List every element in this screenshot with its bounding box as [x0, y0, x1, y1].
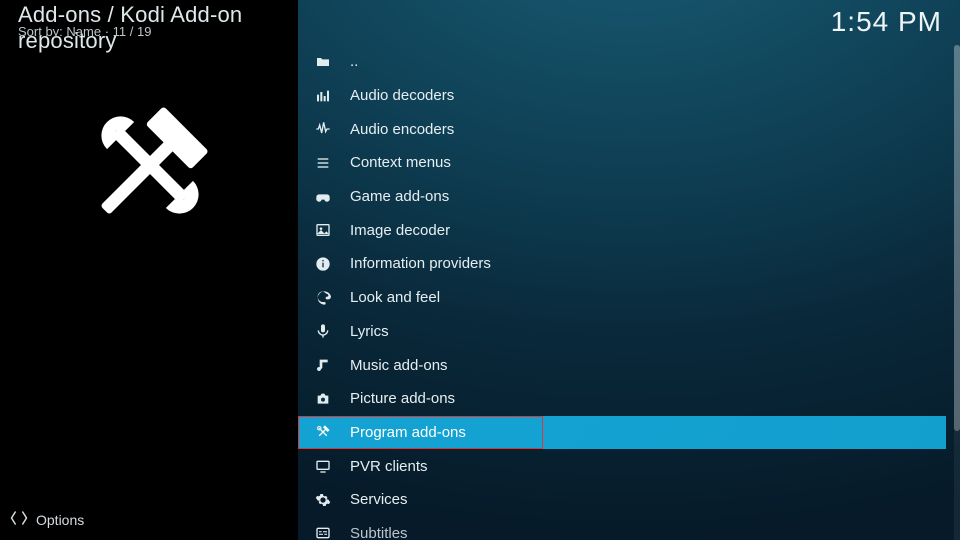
- paint-icon: [314, 289, 332, 307]
- camera-icon: [314, 390, 332, 408]
- list-item-label: Information providers: [350, 255, 491, 272]
- list-item[interactable]: Look and feel: [298, 281, 946, 315]
- waveform-icon: [314, 120, 332, 138]
- list-item[interactable]: ..: [298, 45, 946, 79]
- list-item[interactable]: Audio decoders: [298, 79, 946, 113]
- list-item-label: Lyrics: [350, 323, 389, 340]
- list-item[interactable]: Picture add-ons: [298, 382, 946, 416]
- list-item[interactable]: Music add-ons: [298, 348, 946, 382]
- folder-up-icon: [314, 53, 332, 71]
- gear-icon: [314, 491, 332, 509]
- gamepad-icon: [314, 188, 332, 206]
- microphone-icon: [314, 322, 332, 340]
- list-item-label: PVR clients: [350, 458, 428, 475]
- list-item-label: Picture add-ons: [350, 390, 455, 407]
- list-item-label: Look and feel: [350, 289, 440, 306]
- menu-icon: [314, 154, 332, 172]
- left-preview-pane: Add-ons / Kodi Add-on repository Sort by…: [0, 0, 298, 540]
- equalizer-icon: [314, 87, 332, 105]
- tools-icon: [314, 423, 332, 441]
- list-item[interactable]: Context menus: [298, 146, 946, 180]
- list-item[interactable]: Image decoder: [298, 213, 946, 247]
- list-item-label: Image decoder: [350, 222, 450, 239]
- scrollbar-thumb[interactable]: [954, 45, 960, 431]
- list-item[interactable]: Information providers: [298, 247, 946, 281]
- tv-icon: [314, 457, 332, 475]
- image-icon: [314, 221, 332, 239]
- clock: 1:54 PM: [831, 6, 942, 38]
- subtitles-icon: [314, 524, 332, 540]
- options-button[interactable]: Options: [10, 509, 84, 530]
- list-item[interactable]: Services: [298, 483, 946, 517]
- list-item-label: Services: [350, 491, 408, 508]
- list-item-label: Music add-ons: [350, 357, 448, 374]
- list-item-label: ..: [350, 53, 358, 70]
- app-root: Add-ons / Kodi Add-on repository Sort by…: [0, 0, 960, 540]
- options-label: Options: [36, 512, 84, 528]
- list-item-label: Context menus: [350, 154, 451, 171]
- category-list[interactable]: .. Audio decoders Audio encoders Context me…: [298, 45, 946, 540]
- sort-indicator: Sort by: Name · 11 / 19: [18, 24, 151, 39]
- category-list-pane: 1:54 PM .. Audio decoders Audio encoders Co…: [298, 0, 960, 540]
- options-chevrons-icon: [10, 509, 28, 530]
- list-item-label: Audio encoders: [350, 121, 454, 138]
- list-item-label: Game add-ons: [350, 188, 449, 205]
- list-item[interactable]: Audio encoders: [298, 112, 946, 146]
- list-item[interactable]: Subtitles: [298, 517, 946, 540]
- music-note-icon: [314, 356, 332, 374]
- scrollbar[interactable]: [954, 45, 960, 540]
- list-item-label: Program add-ons: [350, 424, 466, 441]
- list-item-label: Subtitles: [350, 525, 408, 540]
- list-item[interactable]: PVR clients: [298, 449, 946, 483]
- list-item[interactable]: Game add-ons: [298, 180, 946, 214]
- list-item[interactable]: Program add-ons: [298, 416, 946, 450]
- info-icon: [314, 255, 332, 273]
- list-item-label: Audio decoders: [350, 87, 454, 104]
- list-item[interactable]: Lyrics: [298, 315, 946, 349]
- category-preview-tools-icon: [70, 85, 230, 245]
